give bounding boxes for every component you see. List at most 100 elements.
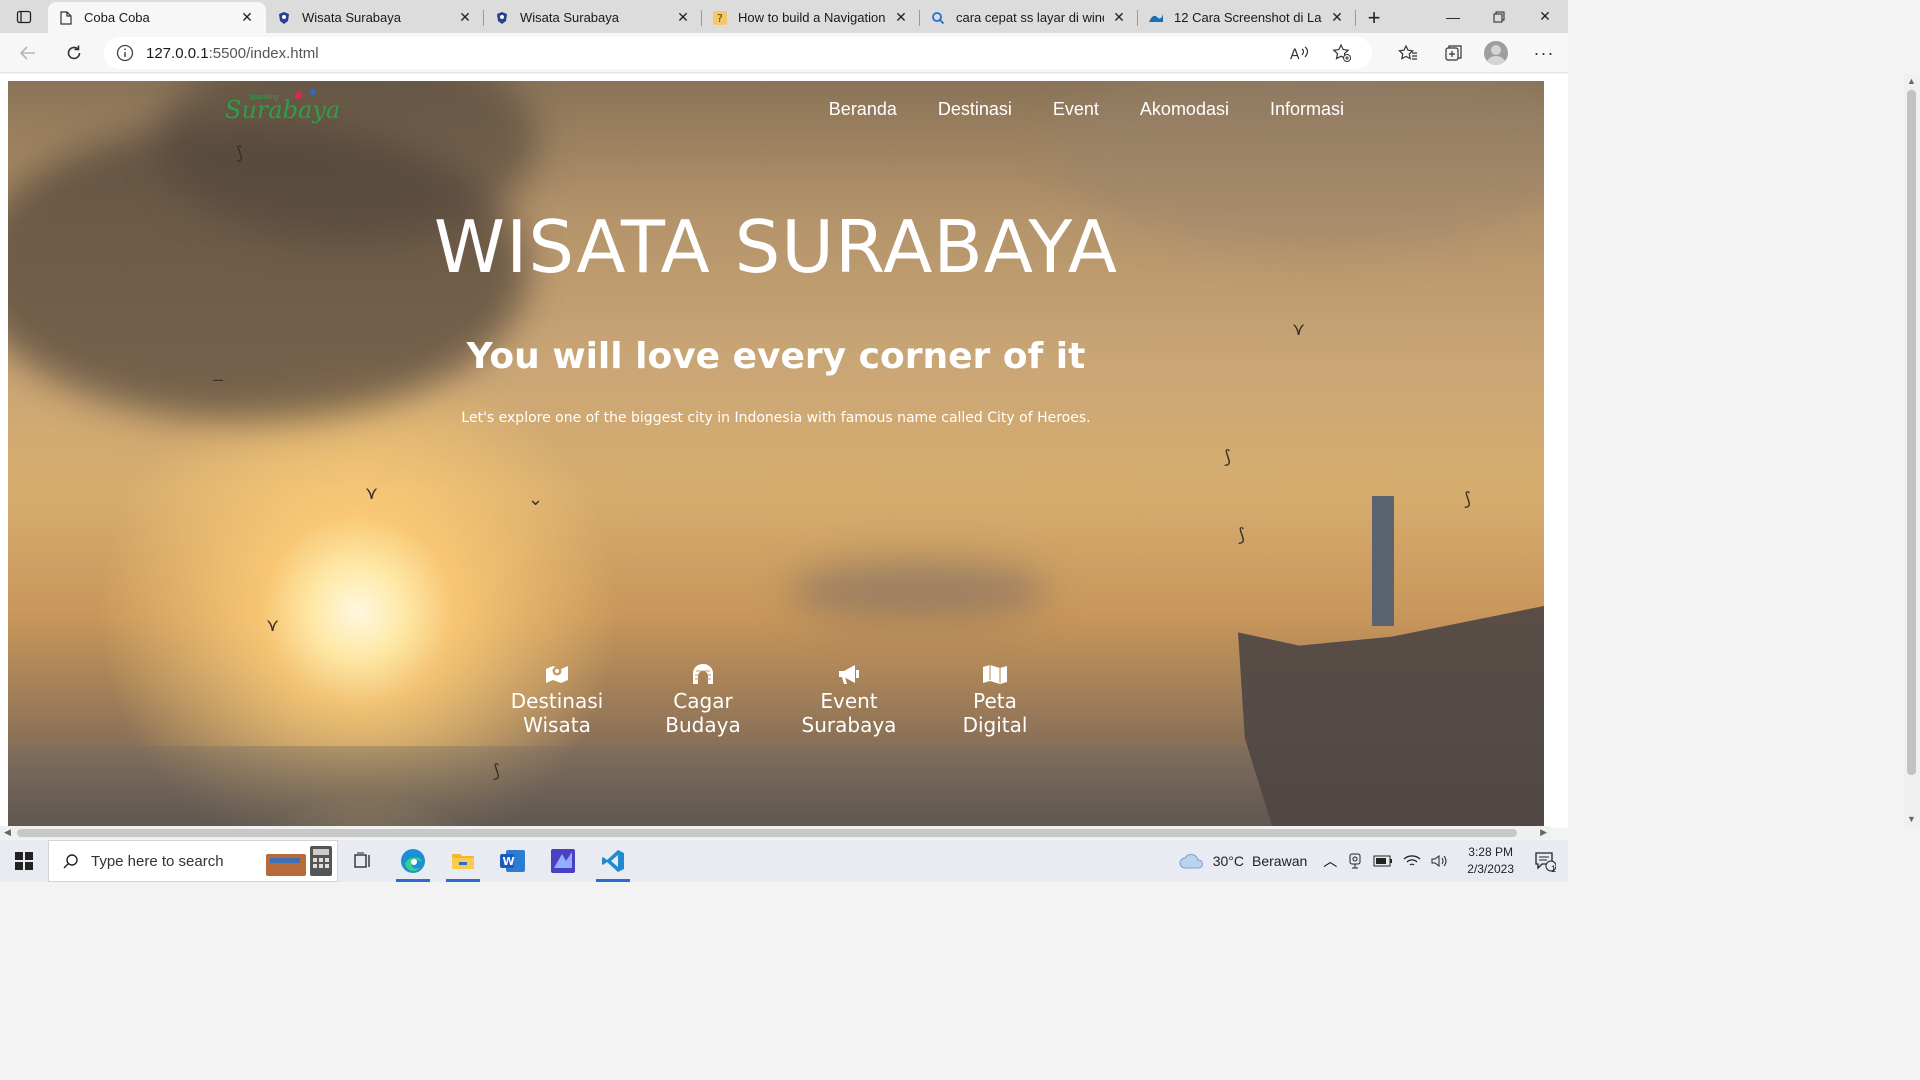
nav-link-akomodasi[interactable]: Akomodasi — [1140, 99, 1229, 120]
close-tab-icon[interactable]: ✕ — [1328, 9, 1346, 27]
favorites-button[interactable] — [1390, 37, 1426, 69]
feature-destinasi-wisata[interactable]: Destinasi Wisata — [484, 663, 630, 737]
more-icon: ··· — [1533, 42, 1555, 63]
windows-taskbar: Type here to search W 30°C Berawan ︿ 3:2… — [0, 840, 1568, 882]
tab-title: Wisata Surabaya — [302, 10, 401, 25]
address-bar[interactable]: 127.0.0.1:5500/index.html A — [104, 37, 1372, 69]
back-button[interactable] — [10, 37, 46, 69]
tab-coba-coba[interactable]: Coba Coba ✕ — [48, 2, 266, 33]
weather-widget[interactable]: 30°C Berawan — [1179, 853, 1307, 869]
taskbar-file-explorer[interactable] — [438, 840, 488, 882]
star-icon: ✶ — [291, 86, 307, 106]
taskbar-word[interactable]: W — [488, 840, 538, 882]
wifi-icon[interactable] — [1403, 854, 1421, 868]
close-window-button[interactable]: ✕ — [1522, 0, 1568, 33]
restore-button[interactable] — [1476, 0, 1522, 33]
map-icon — [983, 665, 1007, 684]
new-tab-button[interactable]: + — [1356, 2, 1392, 33]
start-button[interactable] — [0, 840, 48, 882]
battery-icon[interactable] — [1373, 855, 1393, 867]
taskbar-app-purple[interactable] — [538, 840, 588, 882]
nav-link-beranda[interactable]: Beranda — [829, 99, 897, 120]
close-tab-icon[interactable]: ✕ — [674, 9, 692, 27]
refresh-icon — [67, 45, 81, 59]
notification-center-button[interactable]: 1 — [1532, 848, 1558, 874]
search-icon — [63, 854, 78, 869]
scroll-right-icon[interactable]: ▶ — [1540, 827, 1547, 838]
profile-avatar[interactable] — [1484, 41, 1508, 65]
tab-actions-button[interactable] — [0, 0, 48, 33]
url-path: :5500/index.html — [208, 44, 319, 62]
svg-text:W: W — [503, 855, 515, 868]
feature-event-surabaya[interactable]: Event Surabaya — [776, 663, 922, 737]
bird-icon: ⟆ — [1224, 447, 1232, 467]
tab-title: 12 Cara Screenshot di Lapto — [1174, 10, 1322, 25]
horizontal-scrollbar[interactable]: ◀ ▶ — [0, 826, 1551, 839]
tab-title: Wisata Surabaya — [520, 10, 619, 25]
add-favorite-button[interactable] — [1324, 37, 1360, 69]
clock-date: 2/3/2023 — [1467, 862, 1514, 876]
collections-button[interactable] — [1436, 37, 1472, 69]
volume-icon[interactable] — [1431, 854, 1449, 868]
star-icon: ✶ — [307, 84, 319, 100]
tab-wisata-surabaya-2[interactable]: Wisata Surabaya ✕ — [484, 2, 702, 33]
nav-link-event[interactable]: Event — [1053, 99, 1099, 120]
bird-icon: ⌄ — [528, 489, 544, 509]
tab-navigation-bar[interactable]: ? How to build a Navigation B ✕ — [702, 2, 920, 33]
refresh-button[interactable] — [56, 37, 92, 69]
feature-cagar-budaya[interactable]: Cagar Budaya — [630, 663, 776, 737]
scroll-up-icon[interactable]: ▲ — [1907, 76, 1916, 86]
scrollbar-thumb[interactable] — [1907, 90, 1916, 775]
feature-label: Event Surabaya — [801, 689, 897, 737]
tab-strip: Coba Coba ✕ Wisata Surabaya ✕ Wisata Sur… — [0, 0, 1568, 33]
url-text[interactable]: 127.0.0.1:5500/index.html — [146, 45, 319, 62]
search-icon — [930, 10, 946, 26]
taskbar-vscode[interactable] — [588, 840, 638, 882]
taskbar-edge[interactable] — [388, 840, 438, 882]
cloud-shape — [788, 561, 1048, 621]
task-view-button[interactable] — [338, 840, 388, 882]
bird-icon: ⋎ — [365, 483, 379, 503]
scrollbar-thumb[interactable] — [17, 829, 1517, 837]
scroll-down-icon[interactable]: ▼ — [1907, 814, 1916, 824]
close-tab-icon[interactable]: ✕ — [892, 9, 910, 27]
address-bar-actions: A — [1282, 37, 1360, 69]
close-tab-icon[interactable]: ✕ — [456, 9, 474, 27]
nav-link-informasi[interactable]: Informasi — [1270, 99, 1344, 120]
bullhorn-icon — [839, 665, 859, 684]
back-arrow-icon — [19, 45, 35, 60]
weather-temp: 30°C — [1212, 853, 1245, 869]
close-tab-icon[interactable]: ✕ — [1110, 9, 1128, 27]
hero-subtitle: You will love every corner of it — [466, 336, 1086, 377]
system-clock[interactable]: 3:28 PM 2/3/2023 — [1467, 844, 1514, 878]
vertical-scrollbar[interactable]: ▲ ▼ — [1903, 74, 1920, 828]
chevron-up-icon[interactable]: ︿ — [1323, 851, 1337, 871]
bird-icon: ⋎ — [266, 615, 280, 635]
info-icon[interactable] — [116, 44, 134, 62]
meet-now-icon[interactable] — [1347, 853, 1363, 869]
settings-menu-button[interactable]: ··· — [1526, 37, 1562, 69]
vscode-icon — [602, 850, 624, 872]
minimize-button[interactable]: — — [1430, 0, 1476, 33]
task-view-icon — [354, 852, 370, 868]
read-aloud-button[interactable]: A — [1282, 37, 1318, 69]
nav-link-destinasi[interactable]: Destinasi — [938, 99, 1012, 120]
star-add-icon — [1332, 43, 1351, 62]
close-tab-icon[interactable]: ✕ — [238, 9, 256, 27]
site-logo[interactable]: Sparkling Surabaya ✶ ✶ — [221, 84, 340, 140]
scroll-left-icon[interactable]: ◀ — [4, 827, 11, 838]
surabaya-emblem-icon — [276, 10, 292, 26]
site-navigation: Beranda Destinasi Event Akomodasi Inform… — [829, 99, 1344, 120]
hero-section: ⟆ ⋎ ⟆ ⋎ ⌄ – ⟆ ⟆ ⋎ ⟆ Sparkling Surabaya ✶… — [8, 81, 1544, 826]
bird-icon: ⟆ — [1464, 489, 1472, 509]
collections-icon — [1445, 45, 1462, 61]
tab-cara-screenshot[interactable]: 12 Cara Screenshot di Lapto ✕ — [1138, 2, 1356, 33]
tab-search-screenshot[interactable]: cara cepat ss layar di windo ✕ — [920, 2, 1138, 33]
notification-count: 1 — [1550, 864, 1556, 874]
taskbar-search[interactable]: Type here to search — [48, 840, 338, 882]
feature-peta-digital[interactable]: Peta Digital — [922, 663, 1068, 737]
toolbar-right: ··· — [1390, 37, 1568, 69]
boat-mast — [1372, 496, 1394, 626]
hero-title: WISATA SURABAYA — [433, 205, 1119, 289]
tab-wisata-surabaya-1[interactable]: Wisata Surabaya ✕ — [266, 2, 484, 33]
